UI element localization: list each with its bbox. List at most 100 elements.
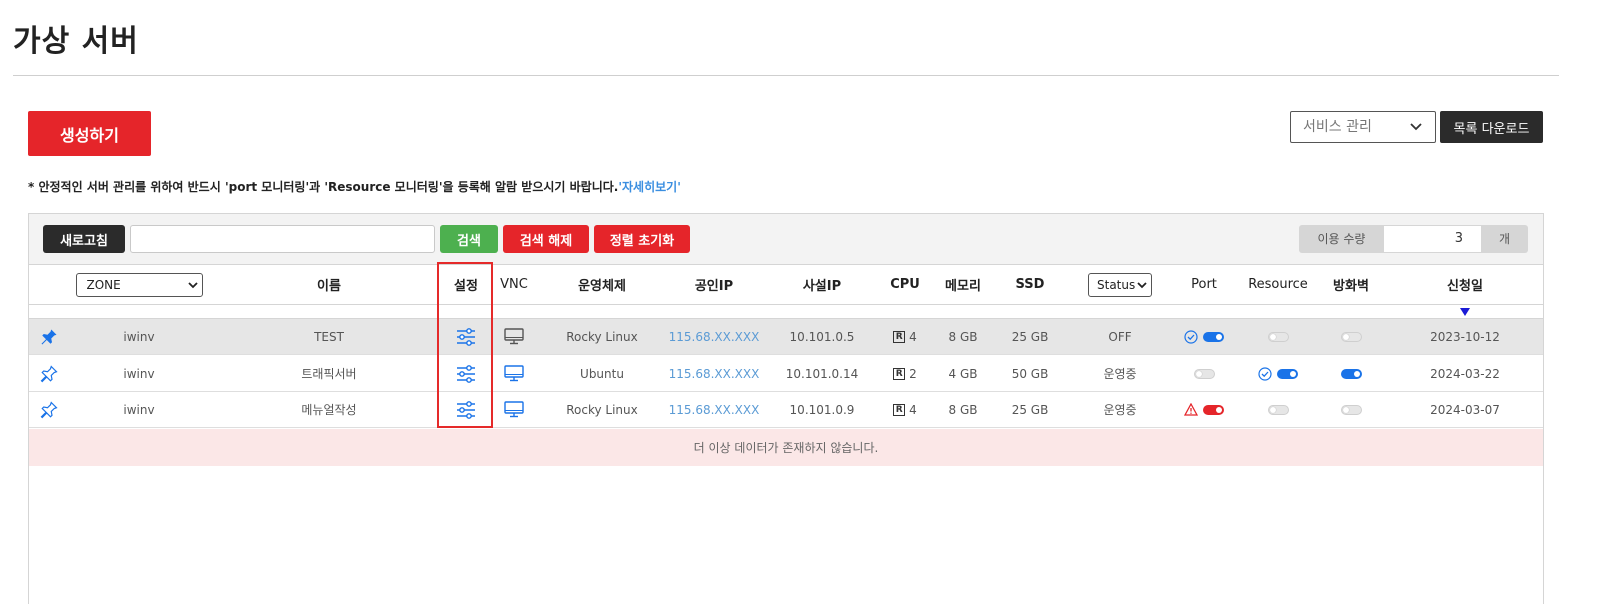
settings-sliders-icon[interactable] <box>439 356 493 391</box>
search-button[interactable]: 검색 <box>440 225 498 253</box>
table-row[interactable]: iwinv 트래픽서버 Ubuntu 115.68.XX.XXX 10.101.… <box>29 356 1543 392</box>
chevron-down-icon <box>1137 281 1147 288</box>
row-cpu: R4 <box>879 319 931 354</box>
clear-search-button[interactable]: 검색 해제 <box>503 225 589 253</box>
row-cpu: R4 <box>879 392 931 427</box>
title-divider <box>13 75 1559 76</box>
empty-message: 더 이상 데이터가 존재하지 않습니다. <box>29 429 1543 466</box>
page-title: 가상 서버 <box>13 24 139 59</box>
row-cpu-value: 2 <box>909 366 917 381</box>
chevron-down-icon <box>187 281 198 288</box>
col-memory[interactable]: 메모리 <box>937 265 989 304</box>
port-monitor-toggle[interactable] <box>1203 331 1224 342</box>
settings-sliders-icon[interactable] <box>439 319 493 354</box>
usage-label: 이용 수량 <box>1317 232 1366 246</box>
row-private-ip: 10.101.0.14 <box>785 366 859 381</box>
row-memory: 4 GB <box>948 366 978 381</box>
row-status: 운영중 <box>1103 367 1137 381</box>
server-list-panel: 새로고침 검색 검색 해제 정렬 초기화 이용 수량 3 개 ZONE 이름 설… <box>28 213 1544 604</box>
vnc-monitor-icon[interactable] <box>493 392 535 427</box>
zone-filter-label: ZONE <box>86 277 121 292</box>
row-resource <box>1241 392 1315 427</box>
port-monitor-toggle[interactable] <box>1193 368 1215 379</box>
zone-filter-cell: ZONE <box>75 265 203 304</box>
row-port <box>1175 319 1233 354</box>
cpu-type-badge: R <box>893 403 906 416</box>
usage-unit: 개 <box>1498 232 1511 246</box>
table-row[interactable]: iwinv 메뉴얼작성 Rocky Linux 115.68.XX.XXX 10… <box>29 392 1543 428</box>
table-subheader <box>29 305 1543 319</box>
firewall-toggle[interactable] <box>1340 368 1362 379</box>
col-public-ip[interactable]: 공인IP <box>661 265 767 304</box>
row-private-ip: 10.101.0.5 <box>789 329 855 344</box>
create-button[interactable]: 생성하기 <box>28 111 151 156</box>
resource-monitor-toggle[interactable] <box>1267 331 1289 342</box>
row-port <box>1175 392 1233 427</box>
cpu-type-badge: R <box>893 367 906 380</box>
table-row[interactable]: iwinv TEST Rocky Linux 115.68.XX.XXX 10.… <box>29 319 1543 355</box>
row-date: 2023-10-12 <box>1430 329 1500 344</box>
vnc-monitor-icon[interactable] <box>493 319 535 354</box>
row-os: Rocky Linux <box>566 402 638 417</box>
row-date: 2024-03-22 <box>1430 366 1500 381</box>
row-os: Rocky Linux <box>566 329 638 344</box>
download-list-button[interactable]: 목록 다운로드 <box>1440 111 1543 143</box>
resource-monitor-toggle[interactable] <box>1267 404 1289 415</box>
chevron-down-icon <box>1410 123 1422 131</box>
row-public-ip[interactable]: 115.68.XX.XXX <box>661 392 767 427</box>
row-os: Ubuntu <box>580 366 624 381</box>
col-date[interactable]: 신청일 <box>1419 265 1511 304</box>
row-cpu-value: 4 <box>909 402 917 417</box>
warning-icon <box>1184 403 1198 416</box>
row-public-ip[interactable]: 115.68.XX.XXX <box>661 356 767 391</box>
row-memory: 8 GB <box>948 402 978 417</box>
row-port <box>1175 356 1233 391</box>
notice-text: * 안정적인 서버 관리를 위하여 반드시 'port 모니터링'과 'Reso… <box>28 180 619 194</box>
col-cpu[interactable]: CPU <box>879 265 931 304</box>
resource-monitor-toggle[interactable] <box>1277 368 1298 379</box>
row-resource <box>1241 356 1315 391</box>
search-input[interactable] <box>130 225 435 253</box>
row-status: OFF <box>1108 329 1132 344</box>
port-monitor-toggle[interactable] <box>1203 404 1224 415</box>
table-header: ZONE 이름 설정 VNC 운영체제 공인IP 사설IP CPU 메모리 SS… <box>29 265 1543 305</box>
cpu-type-badge: R <box>893 330 906 343</box>
row-zone: iwinv <box>123 329 155 344</box>
status-filter-select[interactable]: Status <box>1088 272 1152 297</box>
service-management-select[interactable]: 서비스 관리 <box>1290 111 1436 143</box>
row-cpu-value: 4 <box>909 329 917 344</box>
firewall-toggle[interactable] <box>1340 331 1362 342</box>
toolbar: 새로고침 검색 검색 해제 정렬 초기화 이용 수량 3 개 <box>29 214 1543 265</box>
col-ssd[interactable]: SSD <box>999 265 1061 304</box>
service-select-value: 서비스 관리 <box>1303 119 1372 135</box>
col-resource: Resource <box>1248 277 1308 292</box>
pin-outline-icon[interactable] <box>35 392 63 427</box>
col-vnc: VNC <box>500 277 528 292</box>
col-firewall: 방화벽 <box>1333 279 1369 294</box>
row-private-ip: 10.101.0.9 <box>789 402 855 417</box>
reset-sort-button[interactable]: 정렬 초기화 <box>594 225 690 253</box>
col-settings: 설정 <box>454 279 478 294</box>
row-cpu: R2 <box>879 356 931 391</box>
pin-outline-icon[interactable] <box>35 356 63 391</box>
row-firewall <box>1321 319 1381 354</box>
pin-icon[interactable] <box>35 319 63 354</box>
usage-count: 이용 수량 3 개 <box>1299 225 1528 253</box>
col-private-ip[interactable]: 사설IP <box>773 265 871 304</box>
col-name[interactable]: 이름 <box>249 265 409 304</box>
firewall-toggle[interactable] <box>1340 404 1362 415</box>
notice-more-link[interactable]: '자세히보기' <box>618 180 681 194</box>
row-name: 트래픽서버 <box>301 367 357 381</box>
row-public-ip[interactable]: 115.68.XX.XXX <box>661 319 767 354</box>
zone-filter-select[interactable]: ZONE <box>75 272 203 297</box>
vnc-monitor-icon[interactable] <box>493 356 535 391</box>
row-firewall <box>1321 356 1381 391</box>
row-ssd: 25 GB <box>1011 402 1049 417</box>
status-filter-label: Status <box>1097 277 1136 292</box>
settings-sliders-icon[interactable] <box>439 392 493 427</box>
refresh-button[interactable]: 새로고침 <box>43 225 125 253</box>
row-name: TEST <box>314 329 344 344</box>
row-ssd: 25 GB <box>1011 329 1049 344</box>
col-os[interactable]: 운영체제 <box>549 265 655 304</box>
sort-desc-icon <box>1460 308 1470 316</box>
